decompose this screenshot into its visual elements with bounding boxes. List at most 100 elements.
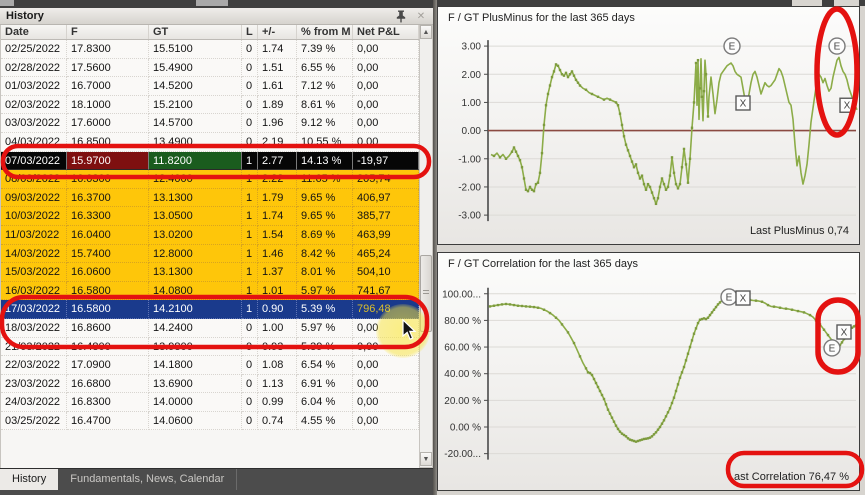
cell-gt: 11.8200 xyxy=(149,151,242,171)
cell-pnl: 741,67 xyxy=(353,281,419,301)
cell-gt: 14.2400 xyxy=(149,318,242,338)
cell-pnl: 0,00 xyxy=(353,58,419,78)
cell-l: 0 xyxy=(242,337,258,357)
cell-l: 0 xyxy=(242,132,258,152)
y-tick-label: 0.00 % xyxy=(450,423,481,434)
table-row[interactable]: 03/25/2022 16.4700 14.0600 0 0.74 4.55 % 0,00 xyxy=(1,411,419,431)
cell-gt: 13.0200 xyxy=(149,225,242,245)
table-row[interactable]: 18/03/2022 16.8600 14.2400 0 1.00 5.97 % 0,00 xyxy=(1,318,419,338)
column-header-chg[interactable]: +/- xyxy=(258,25,297,39)
plusminus-chart-panel: F / GT PlusMinus for the last 365 days 3… xyxy=(437,6,860,245)
cell-f: 17.6000 xyxy=(67,114,149,133)
column-header-date[interactable]: Date xyxy=(1,25,67,39)
cell-gt: 13.1300 xyxy=(149,188,242,208)
cell-date: 02/28/2022 xyxy=(1,58,67,78)
cell-gt: 13.6900 xyxy=(149,374,242,394)
scroll-up-button[interactable]: ▲ xyxy=(420,25,432,39)
cell-gt: 13.0500 xyxy=(149,207,242,226)
cell-gt: 13.9800 xyxy=(149,337,242,357)
column-header-pnl[interactable]: Net P&L xyxy=(353,25,419,39)
cell-f: 17.8300 xyxy=(67,40,149,59)
cell-l: 0 xyxy=(242,77,258,96)
table-row[interactable]: 16/03/2022 16.5800 14.0800 1 1.01 5.97 % 741,6… xyxy=(1,281,419,301)
cell-l: 0 xyxy=(242,374,258,394)
plusminus-chart: 3.00 2.00 1.00 0.00 -1.00 -2.00 -3.00 E X E X xyxy=(458,37,858,222)
cell-l: 1 xyxy=(242,244,258,264)
column-header-l[interactable]: L xyxy=(242,25,258,39)
cell-l: 1 xyxy=(242,170,258,189)
cell-pnl: 0,00 xyxy=(353,77,419,96)
cell-chg: 1.13 xyxy=(258,374,297,394)
cell-l: 0 xyxy=(242,318,258,338)
pin-icon[interactable] xyxy=(395,10,407,23)
table-row[interactable]: 02/28/2022 17.5600 15.4900 0 1.51 6.55 % 0,00 xyxy=(1,58,419,78)
tab-history[interactable]: History xyxy=(0,469,59,490)
table-row[interactable]: 14/03/2022 15.7400 12.8000 1 1.46 8.42 % 465,2… xyxy=(1,244,419,264)
cell-f: 16.0400 xyxy=(67,225,149,245)
cell-pnl: 385,77 xyxy=(353,207,419,226)
svg-text:E: E xyxy=(829,343,836,354)
y-tick-label: -1.00 xyxy=(458,154,481,165)
tab-fundamentals-news-calendar[interactable]: Fundamentals, News, Calendar xyxy=(58,469,238,490)
cell-pct: 6.04 % xyxy=(297,393,353,412)
column-header-pct[interactable]: % from M xyxy=(297,25,353,39)
table-row[interactable]: 09/03/2022 16.3700 13.1300 1 1.79 9.65 % 406,9… xyxy=(1,188,419,208)
table-row[interactable]: 15/03/2022 16.0600 13.1300 1 1.37 8.01 % 504,1… xyxy=(1,263,419,282)
table-row[interactable]: 01/03/2022 16.7000 14.5200 0 1.61 7.12 % 0,00 xyxy=(1,77,419,96)
table-row[interactable]: 10/03/2022 16.3300 13.0500 1 1.74 9.65 % 385,7… xyxy=(1,207,419,226)
table-row[interactable]: 02/03/2022 18.1000 15.2100 0 1.89 8.61 % 0,00 xyxy=(1,95,419,115)
cell-date: 24/03/2022 xyxy=(1,393,67,412)
table-row[interactable]: 17/03/2022 16.5800 14.2100 1 0.90 5.39 % 796,4… xyxy=(1,300,419,319)
table-row[interactable]: 02/25/2022 17.8300 15.5100 0 1.74 7.39 % 0,00 xyxy=(1,40,419,59)
table-row[interactable]: 11/03/2022 16.0400 13.0200 1 1.54 8.69 % 463,9… xyxy=(1,225,419,245)
cell-gt: 14.2100 xyxy=(149,300,242,319)
cell-date: 14/03/2022 xyxy=(1,244,67,264)
cell-f: 16.3300 xyxy=(67,207,149,226)
cell-gt: 12.8000 xyxy=(149,244,242,264)
table-row[interactable]: 21/03/2022 16.4800 13.9800 0 0.93 5.39 % 0,00 xyxy=(1,337,419,357)
cell-pct: 6.91 % xyxy=(297,374,353,394)
y-tick-label: 80.00 % xyxy=(444,316,481,327)
cell-pct: 5.97 % xyxy=(297,281,353,301)
cell-f: 16.4700 xyxy=(67,411,149,431)
table-row[interactable]: 04/03/2022 16.8500 13.4900 0 2.19 10.55 % 0,00 xyxy=(1,132,419,152)
column-header-gt[interactable]: GT xyxy=(149,25,242,39)
cell-date: 17/03/2022 xyxy=(1,300,67,319)
table-row[interactable]: 07/03/2022 15.9700 11.8200 1 2.77 14.13 % -19,… xyxy=(1,151,419,171)
scrollbar-thumb[interactable] xyxy=(420,255,432,332)
table-row[interactable]: 08/03/2022 16.0300 12.4000 1 2.22 11.65 % 205,… xyxy=(1,170,419,189)
cell-pnl: 0,00 xyxy=(353,318,419,338)
table-row[interactable]: 22/03/2022 17.0900 14.1800 0 1.08 6.54 % 0,00 xyxy=(1,356,419,375)
table-row[interactable]: 23/03/2022 16.6800 13.6900 0 1.13 6.91 % 0,00 xyxy=(1,374,419,394)
cell-l: 0 xyxy=(242,95,258,115)
cell-f: 16.6800 xyxy=(67,374,149,394)
cell-f: 18.1000 xyxy=(67,95,149,115)
table-row[interactable]: 03/03/2022 17.6000 14.5700 0 1.96 9.12 % 0,00 xyxy=(1,114,419,133)
y-tick-label: -3.00 xyxy=(458,211,481,222)
scroll-down-button[interactable]: ▼ xyxy=(420,452,432,466)
y-tick-label: 3.00 xyxy=(462,42,482,53)
cell-pct: 8.69 % xyxy=(297,225,353,245)
vertical-scrollbar[interactable]: ▲ ▼ xyxy=(419,25,433,468)
cell-pct: 9.65 % xyxy=(297,207,353,226)
cell-f: 16.4800 xyxy=(67,337,149,357)
cell-chg: 1.01 xyxy=(258,281,297,301)
cell-pnl: 0,00 xyxy=(353,40,419,59)
cell-pct: 7.12 % xyxy=(297,77,353,96)
toolbar-fragment xyxy=(0,0,14,6)
cell-pct: 5.97 % xyxy=(297,318,353,338)
cell-pct: 7.39 % xyxy=(297,40,353,59)
cell-f: 16.8600 xyxy=(67,318,149,338)
cell-pnl: 0,00 xyxy=(353,393,419,412)
table-row[interactable]: 24/03/2022 16.8300 14.0000 0 0.99 6.04 % 0,00 xyxy=(1,393,419,412)
cell-date: 03/25/2022 xyxy=(1,411,67,431)
close-icon[interactable]: ✕ xyxy=(415,11,427,22)
column-header-f[interactable]: F xyxy=(67,25,149,39)
cell-gt: 13.1300 xyxy=(149,263,242,282)
cell-date: 22/03/2022 xyxy=(1,356,67,375)
y-tick-label: 2.00 xyxy=(462,70,482,81)
cell-pct: 8.01 % xyxy=(297,263,353,282)
cell-f: 16.8300 xyxy=(67,393,149,412)
cell-chg: 2.77 xyxy=(258,151,297,171)
cell-pnl: 0,00 xyxy=(353,356,419,375)
